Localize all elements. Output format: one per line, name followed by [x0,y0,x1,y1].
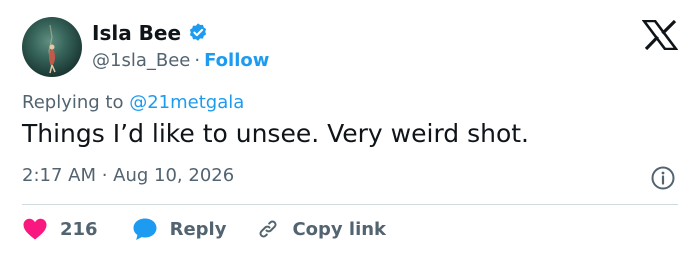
author-display-name[interactable]: Isla Bee [92,21,181,45]
avatar-image [48,24,56,74]
x-logo-icon[interactable] [641,19,679,51]
author-name-row: Isla Bee [92,18,209,48]
follow-button[interactable]: Follow [204,50,269,71]
author-handle[interactable]: @1sla_Bee [92,50,190,71]
separator-dot: · [194,49,201,71]
link-icon [256,217,280,241]
avatar[interactable] [22,17,82,77]
divider [22,204,678,205]
tweet-text: Things I’d like to unsee. Very weird sho… [22,119,530,148]
replying-to-mention[interactable]: @21metgala [129,92,244,113]
verified-badge-icon [187,22,209,44]
replying-to-line: Replying to @21metgala [22,92,244,113]
copy-link-button[interactable]: Copy link [256,217,386,241]
like-count: 216 [60,218,98,240]
reply-button[interactable]: Reply [132,217,227,241]
info-icon[interactable] [650,165,676,191]
reply-label: Reply [169,218,227,240]
replying-to-prefix: Replying to [22,92,124,113]
copy-link-label: Copy link [292,218,387,240]
action-bar: 216 Reply Copy link [22,214,386,244]
tweet-timestamp[interactable]: 2:17 AM · Aug 10, 2026 [22,165,234,186]
heart-icon [22,217,48,241]
author-handle-row: @1sla_Bee · Follow [92,47,269,73]
like-button[interactable]: 216 [22,217,98,241]
reply-bubble-icon [132,217,158,241]
